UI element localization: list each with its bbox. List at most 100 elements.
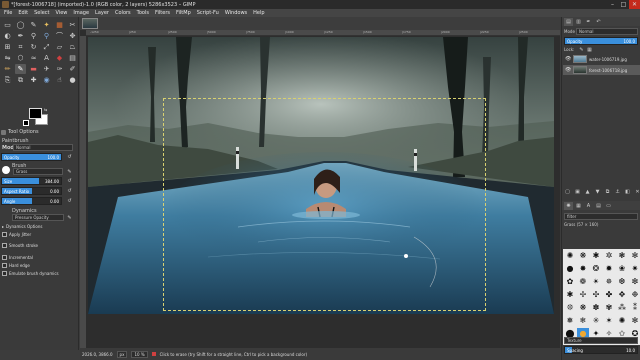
horizontal-ruler[interactable]: -1250 |250 |2500 |5000 |7500 |1000 |1250 |1500 |… — [86, 30, 560, 36]
foreground-select-icon[interactable]: ◐ — [2, 31, 13, 41]
pencil-icon[interactable]: ✏ — [2, 64, 13, 74]
default-colors-icon[interactable] — [23, 120, 29, 126]
layers-tab-icon[interactable]: ▤ — [564, 17, 573, 26]
perspective-icon[interactable]: ⏢ — [67, 42, 78, 52]
foreground-color-swatch[interactable] — [29, 108, 42, 119]
selection-marquee[interactable] — [163, 98, 486, 311]
scale-icon[interactable]: ⤢ — [41, 42, 52, 52]
image-tab-thumbnail[interactable] — [82, 18, 98, 29]
duplicate-layer-icon[interactable]: ⧉ — [604, 188, 611, 195]
menu-view[interactable]: View — [53, 10, 71, 16]
brush-thumbnail[interactable]: ❁ — [577, 276, 589, 288]
layer-row-forest[interactable]: 👁 forest-1006718.jpg — [563, 65, 640, 75]
dynamics-options-expander[interactable]: ▸ Dynamics Options — [2, 224, 42, 229]
measure-icon[interactable]: ⌒ — [54, 31, 65, 41]
blur-sharpen-icon[interactable]: ◉ — [41, 75, 52, 85]
move-icon[interactable]: ✥ — [67, 31, 78, 41]
smudge-icon[interactable]: ☝ — [54, 75, 65, 85]
vertical-ruler[interactable] — [80, 36, 86, 350]
cage-icon[interactable]: ⬡ — [15, 53, 26, 63]
apply-jitter-checkbox[interactable]: Apply Jitter — [2, 232, 31, 237]
dynamics-select[interactable]: Pressure Opacity — [12, 214, 64, 221]
brush-thumbnail[interactable]: ✢ — [577, 289, 589, 301]
brushes-tab-icon[interactable]: ✺ — [564, 201, 573, 210]
brush-thumbnail[interactable]: ❉ — [629, 289, 640, 301]
brush-thumbnail[interactable]: ✶ — [603, 315, 615, 327]
brush-thumbnail[interactable]: ❄ — [577, 315, 589, 327]
menu-file[interactable]: File — [1, 10, 15, 16]
menu-windows[interactable]: Windows — [222, 10, 250, 16]
tool-options-tab[interactable]: Tool Options — [1, 128, 77, 136]
lock-pixels-icon[interactable]: ✎ — [578, 46, 585, 53]
palettes-tab-icon[interactable]: ▤ — [594, 202, 603, 210]
opacity-reset-button[interactable]: ↺ — [66, 153, 73, 160]
brush-tag-field[interactable]: Texture — [564, 337, 638, 344]
brush-name-field[interactable]: Grass — [13, 168, 63, 175]
brush-filter-field[interactable]: filter — [564, 213, 638, 220]
paths-icon[interactable]: ✒ — [15, 31, 26, 41]
aspect-ratio-slider[interactable]: Aspect Ratio 0.00 — [1, 187, 62, 195]
size-slider[interactable]: Size 384.00 — [1, 177, 62, 185]
menu-select[interactable]: Select — [31, 10, 52, 16]
delete-layer-icon[interactable]: ✕ — [634, 188, 640, 195]
unit-select[interactable]: px — [116, 350, 128, 358]
dynamics-edit-button[interactable]: ✎ — [66, 214, 73, 221]
airbrush-icon[interactable]: ✈ — [41, 64, 52, 74]
brush-thumbnail[interactable]: ❋ — [577, 302, 589, 314]
select-by-color-icon[interactable]: ▦ — [54, 20, 65, 30]
free-select-icon[interactable]: ✎ — [28, 20, 39, 30]
brush-thumbnail[interactable]: ✻ — [629, 250, 640, 262]
scissors-icon[interactable]: ✂ — [67, 20, 78, 30]
dodge-burn-icon[interactable]: ● — [67, 75, 78, 85]
brush-thumbnail[interactable]: ⁂ — [616, 302, 628, 314]
spacing-slider[interactable]: Spacing 10.0 — [564, 346, 638, 354]
brush-thumbnail[interactable]: ✺ — [616, 315, 628, 327]
menu-tools[interactable]: Tools — [134, 10, 152, 16]
brush-thumbnail[interactable]: ✥ — [616, 289, 628, 301]
ellipse-select-icon[interactable]: ◯ — [15, 20, 26, 30]
channels-tab-icon[interactable]: ▥ — [574, 18, 583, 26]
text-icon[interactable]: A — [41, 53, 52, 63]
image-canvas[interactable] — [88, 37, 554, 314]
menu-image[interactable]: Image — [70, 10, 92, 16]
ink-icon[interactable]: ✑ — [54, 64, 65, 74]
crop-icon[interactable]: ⌗ — [15, 42, 26, 52]
menu-filters[interactable]: Filters — [152, 10, 173, 16]
anchor-layer-icon[interactable]: ⚓ — [614, 188, 621, 195]
brush-thumbnail[interactable]: ❂ — [590, 263, 602, 275]
fonts-tab-icon[interactable]: A — [584, 202, 593, 210]
brush-thumbnail[interactable]: ✷ — [629, 263, 640, 275]
warp-icon[interactable]: ≈ — [28, 53, 39, 63]
mask-layer-icon[interactable]: ◧ — [624, 188, 631, 195]
smooth-stroke-checkbox[interactable]: Smooth stroke — [2, 243, 38, 248]
brush-edit-button[interactable]: ✎ — [66, 168, 73, 175]
brush-thumbnail[interactable]: ✸ — [577, 263, 589, 275]
brush-thumbnail[interactable]: ❋ — [577, 250, 589, 262]
size-reset-button[interactable]: ↺ — [66, 177, 73, 184]
lock-alpha-icon[interactable]: ▦ — [586, 46, 593, 53]
new-layer-icon[interactable]: ▢ — [564, 188, 571, 195]
heal-icon[interactable]: ✚ — [28, 75, 39, 85]
brush-preview[interactable] — [2, 166, 10, 174]
brush-thumbnail[interactable]: ✣ — [590, 289, 602, 301]
clone-icon[interactable]: ⎘ — [2, 75, 13, 85]
menu-help[interactable]: Help — [250, 10, 267, 16]
brush-thumbnail[interactable]: ✱ — [564, 289, 576, 301]
perspective-clone-icon[interactable]: ⧉ — [15, 75, 26, 85]
brush-thumbnail[interactable]: ✺ — [564, 250, 576, 262]
layer-visibility-icon[interactable]: 👁 — [565, 67, 571, 73]
zoom-select[interactable]: 10 % — [131, 350, 148, 358]
brush-thumbnail[interactable]: ✿ — [564, 276, 576, 288]
color-picker-icon[interactable]: ⚲ — [28, 31, 39, 41]
hard-edge-checkbox[interactable]: Hard edge — [2, 263, 30, 268]
raise-layer-icon[interactable]: ▲ — [584, 188, 591, 195]
new-group-icon[interactable]: ▣ — [574, 188, 581, 195]
undo-tab-icon[interactable]: ↶ — [594, 18, 603, 26]
blend-icon[interactable]: ▤ — [67, 53, 78, 63]
emulate-dynamics-checkbox[interactable]: Emulate brush dynamics — [2, 271, 59, 276]
brush-thumbnail[interactable]: ✻ — [629, 315, 640, 327]
brush-thumbnail[interactable]: ❆ — [616, 276, 628, 288]
eraser-icon[interactable]: ▬ — [28, 64, 39, 74]
brush-thumbnail[interactable]: ❀ — [616, 263, 628, 275]
layer-opacity-slider[interactable]: Opacity 100.0 — [564, 37, 638, 45]
